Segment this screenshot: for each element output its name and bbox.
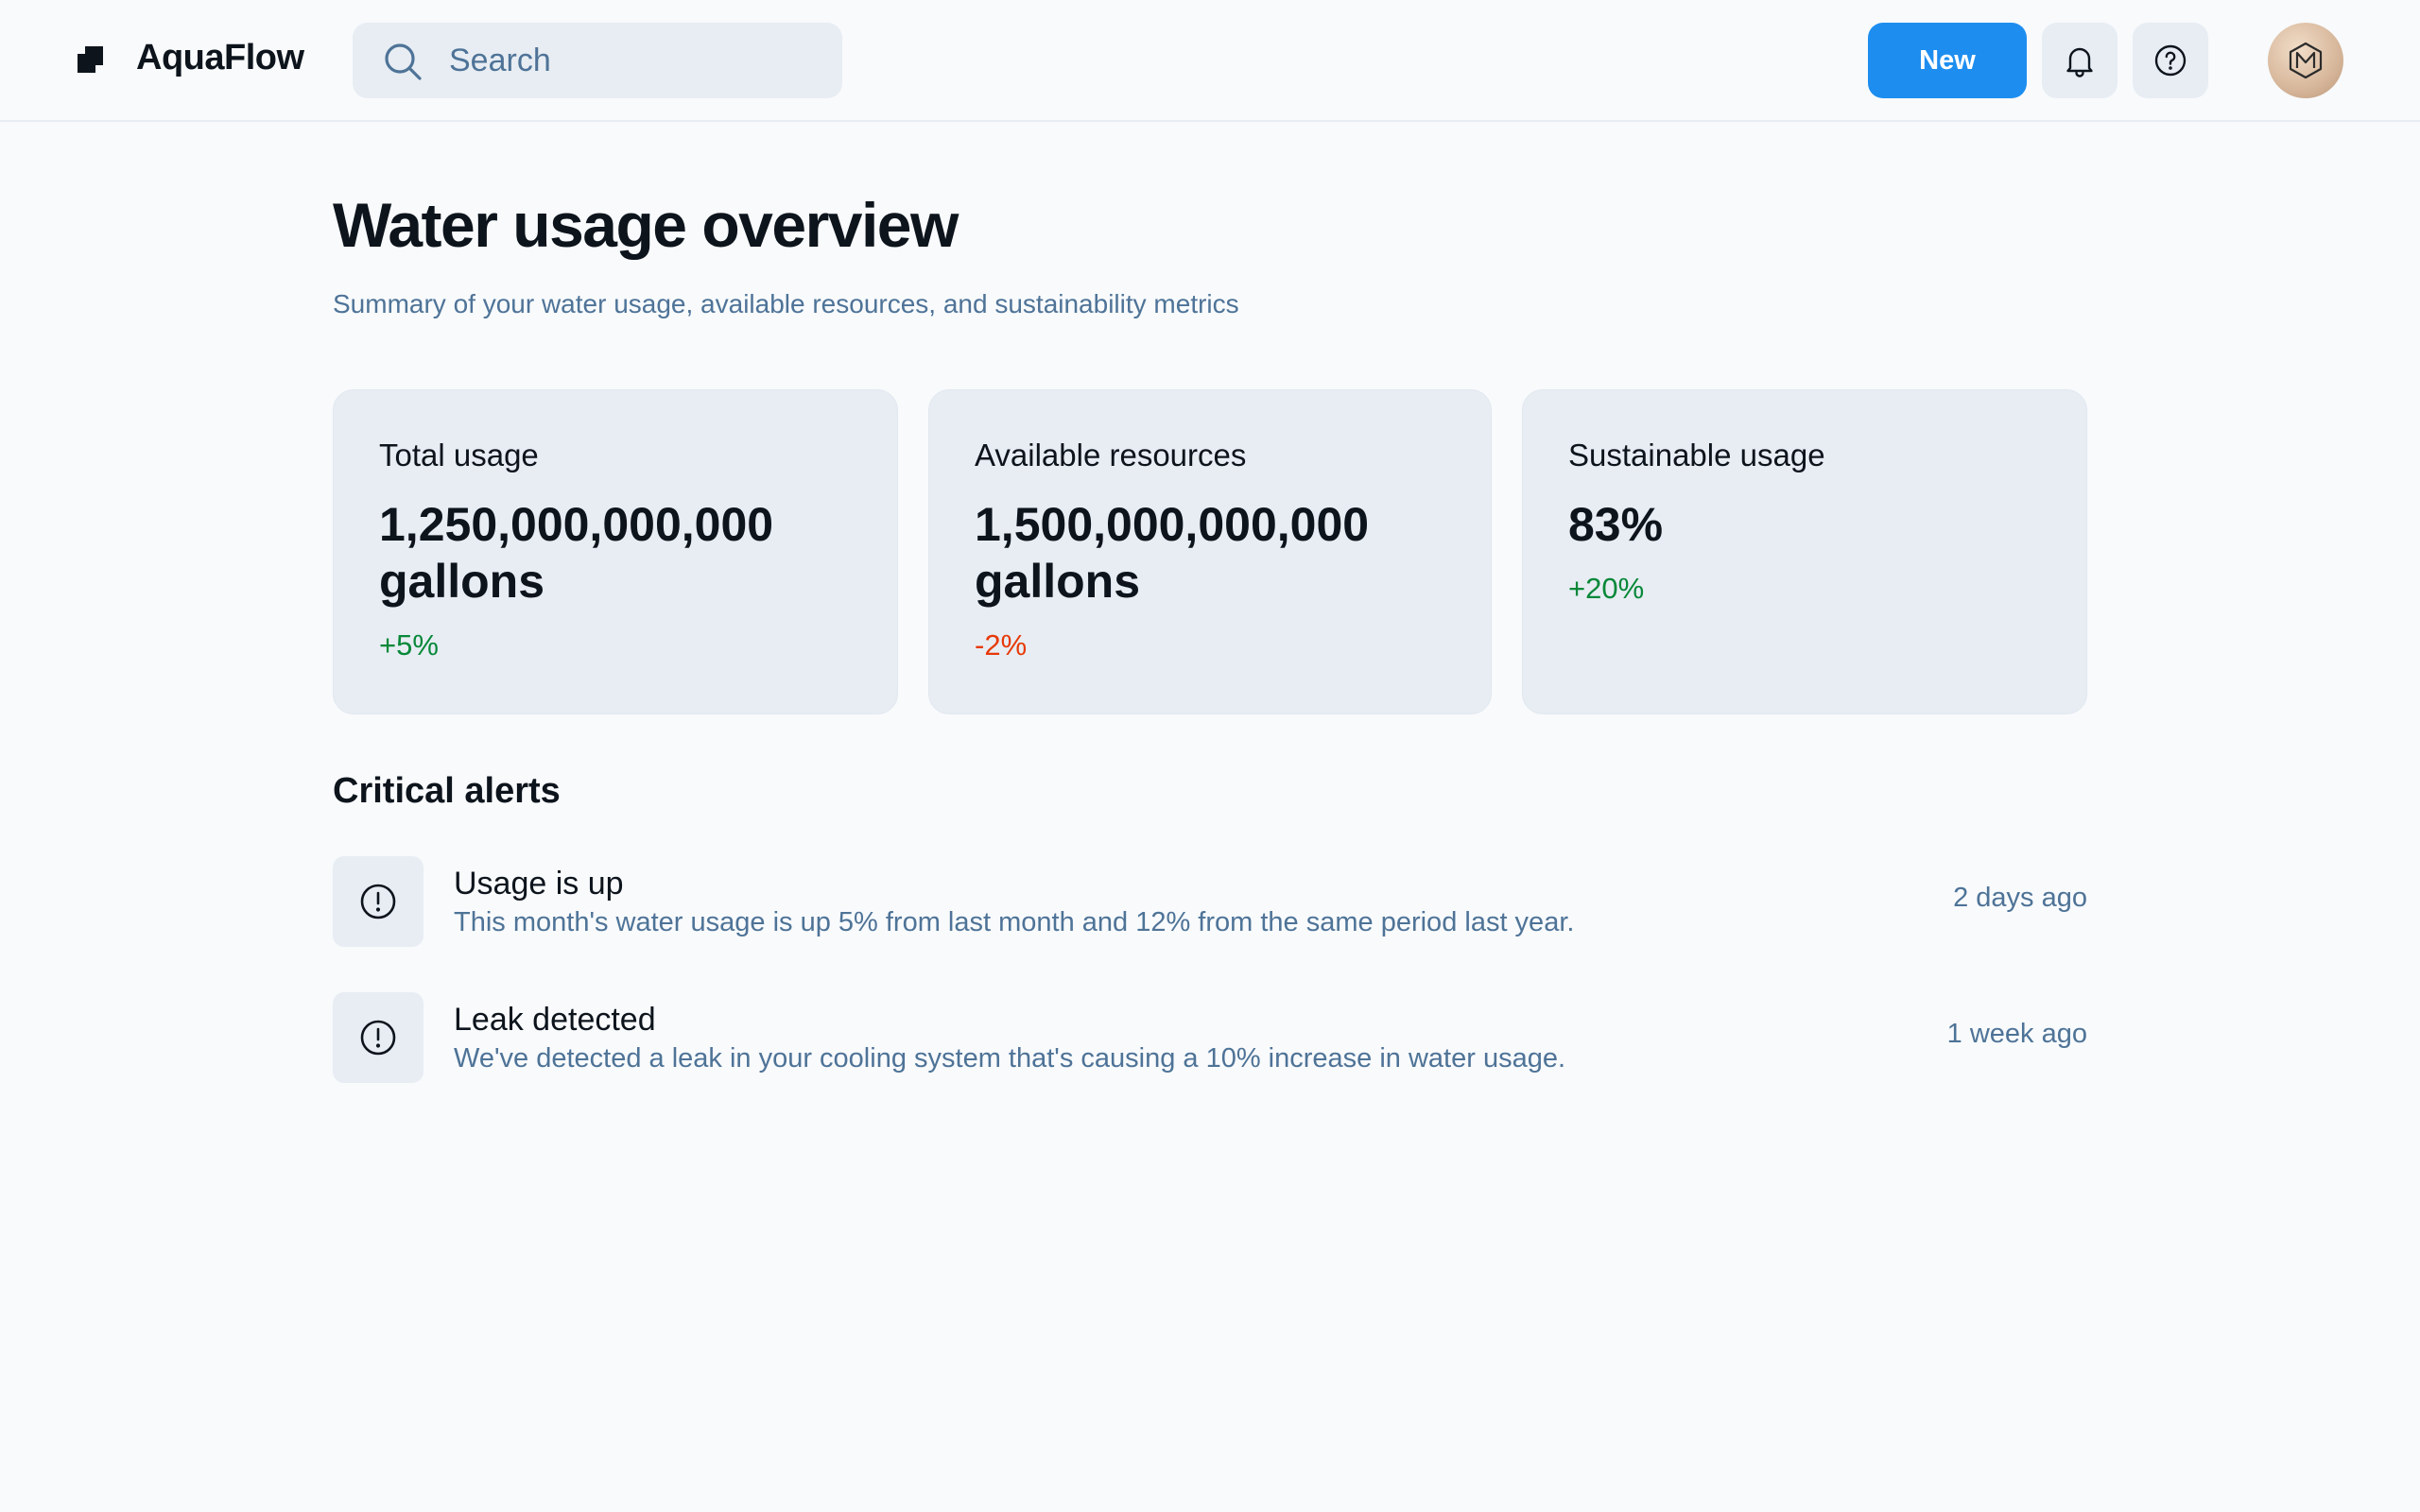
stat-card-change: +20% bbox=[1568, 572, 1645, 605]
logo-icon[interactable] bbox=[78, 46, 103, 73]
alert-icon-container bbox=[333, 992, 424, 1083]
alert-title: Leak detected bbox=[454, 1002, 656, 1038]
stat-card-value: 83% bbox=[1568, 498, 1664, 551]
stat-card-value: 1,500,000,000,000 gallons bbox=[975, 498, 1370, 608]
new-button[interactable]: New bbox=[1868, 23, 2027, 98]
search-box[interactable] bbox=[353, 23, 842, 98]
stat-card-total-usage: Total usage 1,250,000,000,000 gallons +5… bbox=[333, 389, 898, 714]
alert-timestamp: 2 days ago bbox=[1953, 883, 2087, 913]
alert-circle-icon bbox=[360, 884, 396, 919]
help-button[interactable] bbox=[2133, 23, 2208, 98]
notifications-button[interactable] bbox=[2042, 23, 2118, 98]
avatar-emblem-icon bbox=[2289, 42, 2323, 79]
alert-title: Usage is up bbox=[454, 866, 624, 902]
stat-card-sustainable-usage: Sustainable usage 83% +20% bbox=[1522, 389, 2087, 714]
alert-timestamp: 1 week ago bbox=[1946, 1019, 2087, 1049]
stat-card-label: Sustainable usage bbox=[1568, 438, 1825, 472]
stat-card-label: Total usage bbox=[379, 438, 539, 472]
brand-name[interactable]: AquaFlow bbox=[136, 38, 304, 78]
top-nav-bar: AquaFlow New bbox=[0, 0, 2420, 122]
stat-card-available-resources: Available resources 1,500,000,000,000 ga… bbox=[928, 389, 1492, 714]
alert-item[interactable]: Usage is up This month's water usage is … bbox=[333, 856, 2087, 949]
search-input[interactable] bbox=[449, 23, 827, 98]
alert-description: We've detected a leak in your cooling sy… bbox=[454, 1043, 1566, 1074]
alert-circle-icon bbox=[360, 1020, 396, 1056]
page-subtitle: Summary of your water usage, available r… bbox=[333, 289, 1239, 318]
stat-card-change: -2% bbox=[975, 628, 1028, 662]
page-title: Water usage overview bbox=[333, 190, 959, 260]
help-icon bbox=[2154, 44, 2187, 77]
user-avatar[interactable] bbox=[2268, 23, 2343, 98]
alert-item[interactable]: Leak detected We've detected a leak in y… bbox=[333, 992, 2087, 1085]
alert-description: This month's water usage is up 5% from l… bbox=[454, 907, 1575, 937]
stat-card-value: 1,250,000,000,000 gallons bbox=[379, 498, 774, 608]
stat-card-change: +5% bbox=[379, 628, 439, 662]
alert-icon-container bbox=[333, 856, 424, 947]
section-title-critical-alerts: Critical alerts bbox=[333, 771, 561, 811]
bell-icon bbox=[2066, 47, 2093, 77]
search-icon bbox=[385, 43, 422, 80]
stat-card-label: Available resources bbox=[975, 438, 1247, 472]
